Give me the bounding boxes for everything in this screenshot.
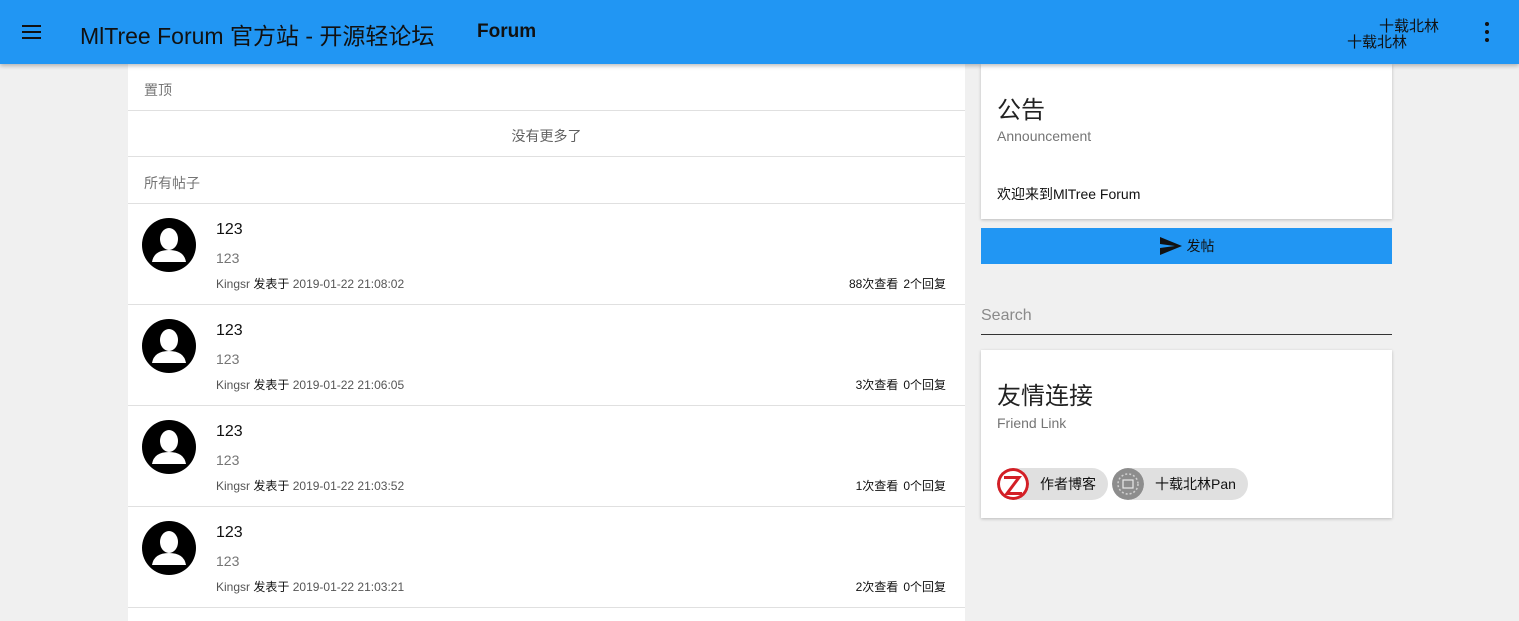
post-author[interactable]: Kingsr	[216, 580, 250, 594]
post-meta: Kingsr 发表于 2019-01-22 21:08:02	[216, 275, 404, 292]
post-item[interactable]: 123 123 Kingsr 发表于 2019-01-22 21:06:05 3…	[128, 305, 965, 406]
section-title: Forum	[477, 21, 537, 42]
post-replies: 0个回复	[903, 378, 946, 392]
post-title[interactable]: 123	[216, 423, 243, 441]
announcement-text: 欢迎来到MlTree Forum	[997, 186, 1141, 202]
app-bar: MlTree Forum 官方站 - 开源轻论坛 Forum 十载北林 十载北林	[0, 0, 1519, 64]
chip-label: 十载北林Pan	[1155, 476, 1236, 492]
post-feed: 置顶 没有更多了 所有帖子 123 123 Kingsr 发表于 2019-01…	[128, 64, 965, 621]
pinned-header: 置顶	[128, 64, 965, 111]
post-meta: Kingsr 发表于 2019-01-22 21:06:05	[216, 376, 404, 393]
post-time: 2019-01-22 21:06:05	[292, 378, 405, 392]
post-title[interactable]: 123	[216, 524, 243, 542]
no-more-indicator[interactable]: 没有更多了	[128, 111, 965, 157]
avatar-icon[interactable]	[142, 420, 196, 474]
post-title[interactable]: 123	[216, 221, 243, 239]
post-views: 3次查看	[855, 378, 899, 392]
link-chip-author-blog[interactable]: 作者博客	[997, 468, 1108, 500]
username-secondary[interactable]: 十载北林	[1347, 31, 1407, 52]
pan-logo-icon	[1112, 468, 1144, 500]
post-replies: 2个回复	[903, 277, 946, 291]
avatar-icon[interactable]	[142, 319, 196, 373]
menu-icon[interactable]	[20, 20, 44, 44]
post-meta: Kingsr 发表于 2019-01-22 21:03:52	[216, 477, 404, 494]
post-time: 2019-01-22 21:08:02	[292, 277, 405, 291]
avatar-icon[interactable]	[142, 218, 196, 272]
post-stats: 88次查看 2个回复	[849, 275, 946, 292]
post-verb: 发表于	[253, 580, 290, 594]
post-author[interactable]: Kingsr	[216, 277, 250, 291]
all-posts-header: 所有帖子	[128, 157, 965, 204]
post-author[interactable]: Kingsr	[216, 378, 250, 392]
post-replies: 0个回复	[903, 479, 946, 493]
announcement-subtitle: Announcement	[997, 128, 1092, 144]
search-field	[981, 298, 1392, 335]
z-logo-icon	[997, 468, 1029, 500]
post-time: 2019-01-22 21:03:21	[292, 580, 405, 594]
new-post-button[interactable]: 发帖	[981, 228, 1392, 264]
post-author[interactable]: Kingsr	[216, 479, 250, 493]
post-meta: Kingsr 发表于 2019-01-22 21:03:21	[216, 578, 404, 595]
post-excerpt: 123	[216, 553, 240, 569]
friend-link-title: 友情连接	[997, 383, 1093, 410]
post-stats: 3次查看 0个回复	[856, 376, 946, 393]
app-title[interactable]: MlTree Forum 官方站 - 开源轻论坛	[80, 17, 434, 51]
post-item[interactable]: 123 123 Kingsr 发表于 2019-01-22 21:03:52 1…	[128, 406, 965, 507]
post-item[interactable]: 123 123 Kingsr 发表于 2019-01-22 21:03:21 2…	[128, 507, 965, 608]
send-icon	[1159, 237, 1182, 255]
avatar-icon[interactable]	[142, 521, 196, 575]
post-excerpt: 123	[216, 351, 240, 367]
post-views: 88次查看	[848, 277, 899, 291]
more-vert-icon[interactable]	[1478, 20, 1496, 44]
post-views: 2次查看	[855, 580, 899, 594]
link-chip-pan[interactable]: 十载北林Pan	[1112, 468, 1248, 500]
post-excerpt: 123	[216, 250, 240, 266]
post-verb: 发表于	[253, 479, 290, 493]
search-input[interactable]	[981, 298, 1392, 334]
post-replies: 0个回复	[903, 580, 946, 594]
new-post-label: 发帖	[1186, 238, 1215, 254]
post-verb: 发表于	[253, 277, 290, 291]
post-title[interactable]: 123	[216, 322, 243, 340]
post-views: 1次查看	[855, 479, 899, 493]
post-item[interactable]: 123 123 Kingsr 发表于 2019-01-22 21:08:02 8…	[128, 204, 965, 305]
post-time: 2019-01-22 21:03:52	[292, 479, 405, 493]
chip-label: 作者博客	[1040, 476, 1096, 492]
post-stats: 2次查看 0个回复	[856, 578, 946, 595]
friend-link-card: 友情连接 Friend Link 作者博客 十载北林Pan	[981, 350, 1392, 518]
friend-link-subtitle: Friend Link	[997, 415, 1067, 431]
announcement-title: 公告	[997, 97, 1045, 124]
post-excerpt: 123	[216, 452, 240, 468]
announcement-card: 公告 Announcement 欢迎来到MlTree Forum	[981, 64, 1392, 219]
post-stats: 1次查看 0个回复	[856, 477, 946, 494]
post-verb: 发表于	[253, 378, 290, 392]
